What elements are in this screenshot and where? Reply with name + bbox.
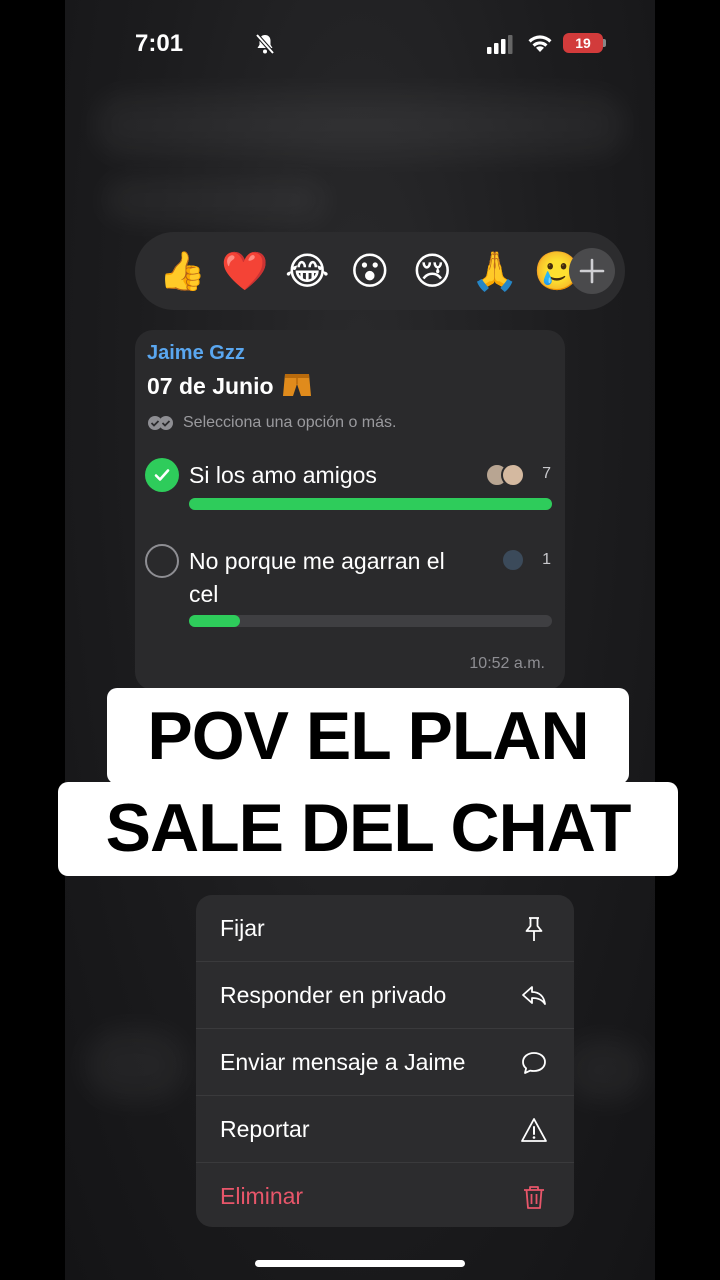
menu-item-delete[interactable]: Eliminar — [196, 1163, 574, 1227]
trash-icon — [524, 1186, 544, 1209]
option-label: Si los amo amigos — [189, 462, 377, 488]
poll-hint: Selecciona una opción o más. — [147, 414, 396, 432]
menu-item-label: Eliminar — [220, 1183, 304, 1209]
reaction-surprised[interactable]: 😮 — [339, 232, 402, 310]
chat-bubble-icon — [522, 1052, 546, 1074]
avatar — [501, 548, 525, 572]
chat-screen: 7:01 19 👍 ❤️ 😂 😮 😢 🙏 🥲 Jaime Gzz 07 de J… — [65, 0, 655, 1280]
menu-item-message-jaime[interactable]: Enviar mensaje a Jaime — [196, 1029, 574, 1096]
reply-icon — [522, 986, 546, 1005]
context-menu: Fijar Responder en privado Enviar mensaj… — [196, 895, 574, 1227]
vote-count: 1 — [542, 551, 551, 568]
menu-item-label: Enviar mensaje a Jaime — [220, 1048, 466, 1075]
signal-icon — [487, 35, 513, 54]
poll-option[interactable]: Si los amo amigos 7 — [145, 458, 555, 518]
blurred-bubble — [105, 180, 325, 220]
caption-line-2: SALE DEL CHAT — [58, 782, 678, 876]
vote-progress-bar — [189, 615, 552, 627]
status-time: 7:01 — [135, 30, 184, 57]
option-checkbox[interactable] — [145, 544, 179, 578]
poll-option[interactable]: No porque me agarran el cel 1 — [145, 544, 555, 634]
sender-name[interactable]: Jaime Gzz — [147, 342, 245, 365]
poll-message[interactable]: Jaime Gzz 07 de Junio Selecciona una opc… — [135, 330, 565, 690]
reaction-thumbs-up[interactable]: 👍 — [151, 232, 214, 310]
reaction-bar: 👍 ❤️ 😂 😮 😢 🙏 🥲 — [135, 232, 625, 310]
caption-line-1: POV EL PLAN — [107, 688, 629, 784]
reaction-sad[interactable]: 😢 — [401, 232, 464, 310]
menu-item-pin[interactable]: Fijar — [196, 895, 574, 962]
reaction-pray[interactable]: 🙏 — [464, 232, 527, 310]
reaction-laugh[interactable]: 😂 — [276, 232, 339, 310]
poll-title-text: 07 de Junio — [147, 372, 274, 399]
message-time: 10:52 a.m. — [469, 655, 545, 672]
menu-item-label: Responder en privado — [220, 981, 447, 1008]
vote-progress-fill — [189, 498, 552, 510]
pin-icon — [525, 917, 543, 941]
checkmark-icon — [154, 469, 170, 481]
menu-item-label: Reportar — [220, 1115, 310, 1142]
warning-icon — [521, 1118, 547, 1142]
option-label: No porque me agarran el cel — [189, 548, 445, 607]
blurred-bubble — [85, 1030, 185, 1100]
voter-avatars[interactable] — [501, 548, 525, 572]
home-indicator[interactable] — [255, 1260, 465, 1267]
poll-title: 07 de Junio — [147, 372, 312, 400]
voter-avatars[interactable] — [485, 463, 525, 487]
wifi-icon — [528, 35, 552, 52]
vote-progress-fill — [189, 615, 240, 627]
avatar — [501, 463, 525, 487]
plus-icon — [579, 258, 605, 284]
option-checkbox-checked[interactable] — [145, 458, 179, 492]
double-check-icon — [148, 416, 173, 430]
vote-count: 7 — [542, 465, 551, 482]
menu-item-label: Fijar — [220, 914, 265, 941]
blurred-bubble — [565, 1040, 645, 1100]
poll-hint-text: Selecciona una opción o más. — [183, 414, 397, 431]
bell-muted-icon — [255, 33, 275, 55]
shorts-emoji-icon — [282, 374, 311, 396]
menu-item-report[interactable]: Reportar — [196, 1096, 574, 1163]
blurred-header — [95, 95, 625, 155]
vote-progress-bar — [189, 498, 552, 510]
battery-indicator: 19 — [563, 33, 603, 53]
reaction-heart[interactable]: ❤️ — [214, 232, 277, 310]
menu-item-reply-private[interactable]: Responder en privado — [196, 962, 574, 1029]
add-reaction-button[interactable] — [569, 248, 615, 294]
battery-tip — [603, 39, 606, 47]
